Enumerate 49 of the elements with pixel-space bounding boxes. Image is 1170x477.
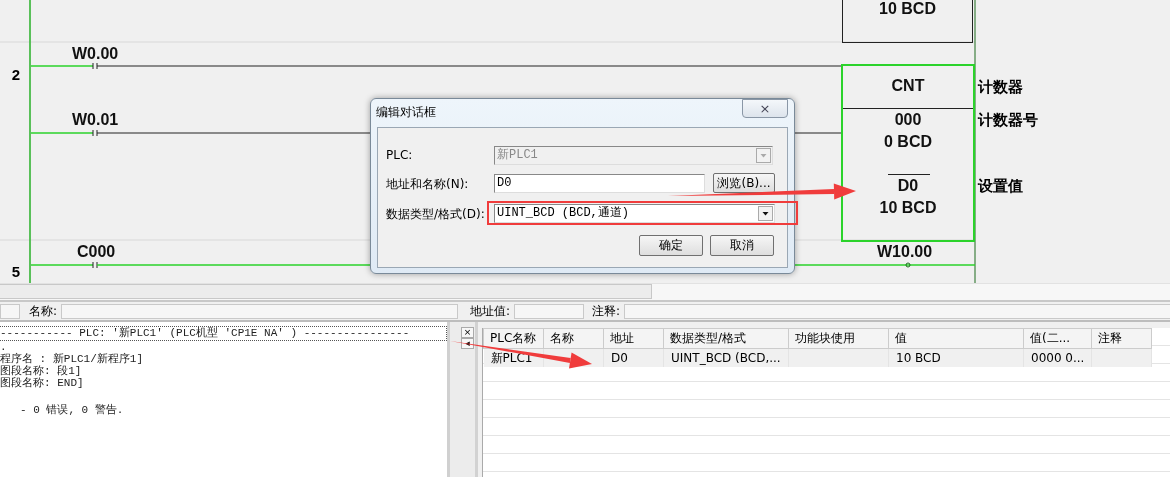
contact-label: C000: [77, 243, 116, 261]
rung-number: 2: [10, 66, 22, 83]
rung-number: 5: [10, 263, 22, 280]
field-label: PLC:: [386, 148, 413, 162]
input-field[interactable]: [514, 303, 585, 319]
block-operand: D0: [896, 177, 920, 195]
output-line: .: [0, 341, 8, 353]
block-operand: 000: [893, 111, 923, 129]
close-button[interactable]: ×: [461, 327, 474, 338]
operand-comment: 计数器: [978, 78, 1023, 97]
block-operand: 0 BCD: [883, 133, 933, 151]
column-header[interactable]: 值(二...: [1023, 328, 1092, 349]
browse-button[interactable]: 浏览(B)...: [713, 173, 775, 193]
field-label: 地址和名称(N):: [386, 176, 469, 193]
scrollbar[interactable]: [0, 284, 652, 299]
output-label: W10.00: [877, 243, 933, 261]
input-field[interactable]: [61, 303, 459, 319]
input-field[interactable]: [624, 303, 1170, 319]
column-header[interactable]: PLC名称: [483, 328, 544, 349]
input-field[interactable]: D0: [494, 174, 705, 193]
column-header[interactable]: 值: [888, 328, 1024, 349]
column-header[interactable]: 注释: [1091, 328, 1152, 349]
output-line: 图段名称: 段1]: [0, 365, 83, 377]
output-line: 程序名 : 新PLC1/新程序1]: [0, 353, 144, 365]
dialog-title: 编辑对话框: [376, 104, 436, 121]
column-header[interactable]: 名称: [543, 328, 604, 349]
contact-label: W0.00: [72, 45, 119, 63]
field-label: 地址值:: [470, 302, 511, 320]
block-operand: 10 BCD: [878, 199, 938, 217]
collapse-button[interactable]: ◂: [461, 338, 474, 349]
column-header[interactable]: 功能块使用: [788, 328, 889, 349]
operand-comment: 设置值: [978, 177, 1023, 196]
output-header: ----------- PLC: '新PLC1' (PLC机型 'CP1E NA' ) ----------------: [0, 326, 447, 341]
block-title: CNT: [890, 77, 926, 95]
column-header[interactable]: 数据类型/格式: [663, 328, 789, 349]
dropdown[interactable]: UINT_BCD (BCD,通道): [494, 204, 775, 223]
input-field[interactable]: [0, 303, 20, 319]
block-operand: 10 BCD: [878, 0, 937, 18]
contact-label: W0.01: [72, 111, 119, 129]
field-label: 数据类型/格式(D):: [386, 206, 485, 223]
output-line: - 0 错误, 0 警告.: [20, 403, 125, 417]
close-button[interactable]: ×: [742, 99, 788, 118]
cancel-button[interactable]: 取消: [710, 235, 774, 256]
operand-comment: 计数器号: [978, 111, 1038, 130]
output-line: 图段名称: END]: [0, 377, 85, 389]
field-label: 名称:: [29, 302, 58, 320]
ok-button[interactable]: 确定: [639, 235, 703, 256]
field-label: 注释:: [592, 302, 621, 320]
column-header[interactable]: 地址: [603, 328, 664, 349]
